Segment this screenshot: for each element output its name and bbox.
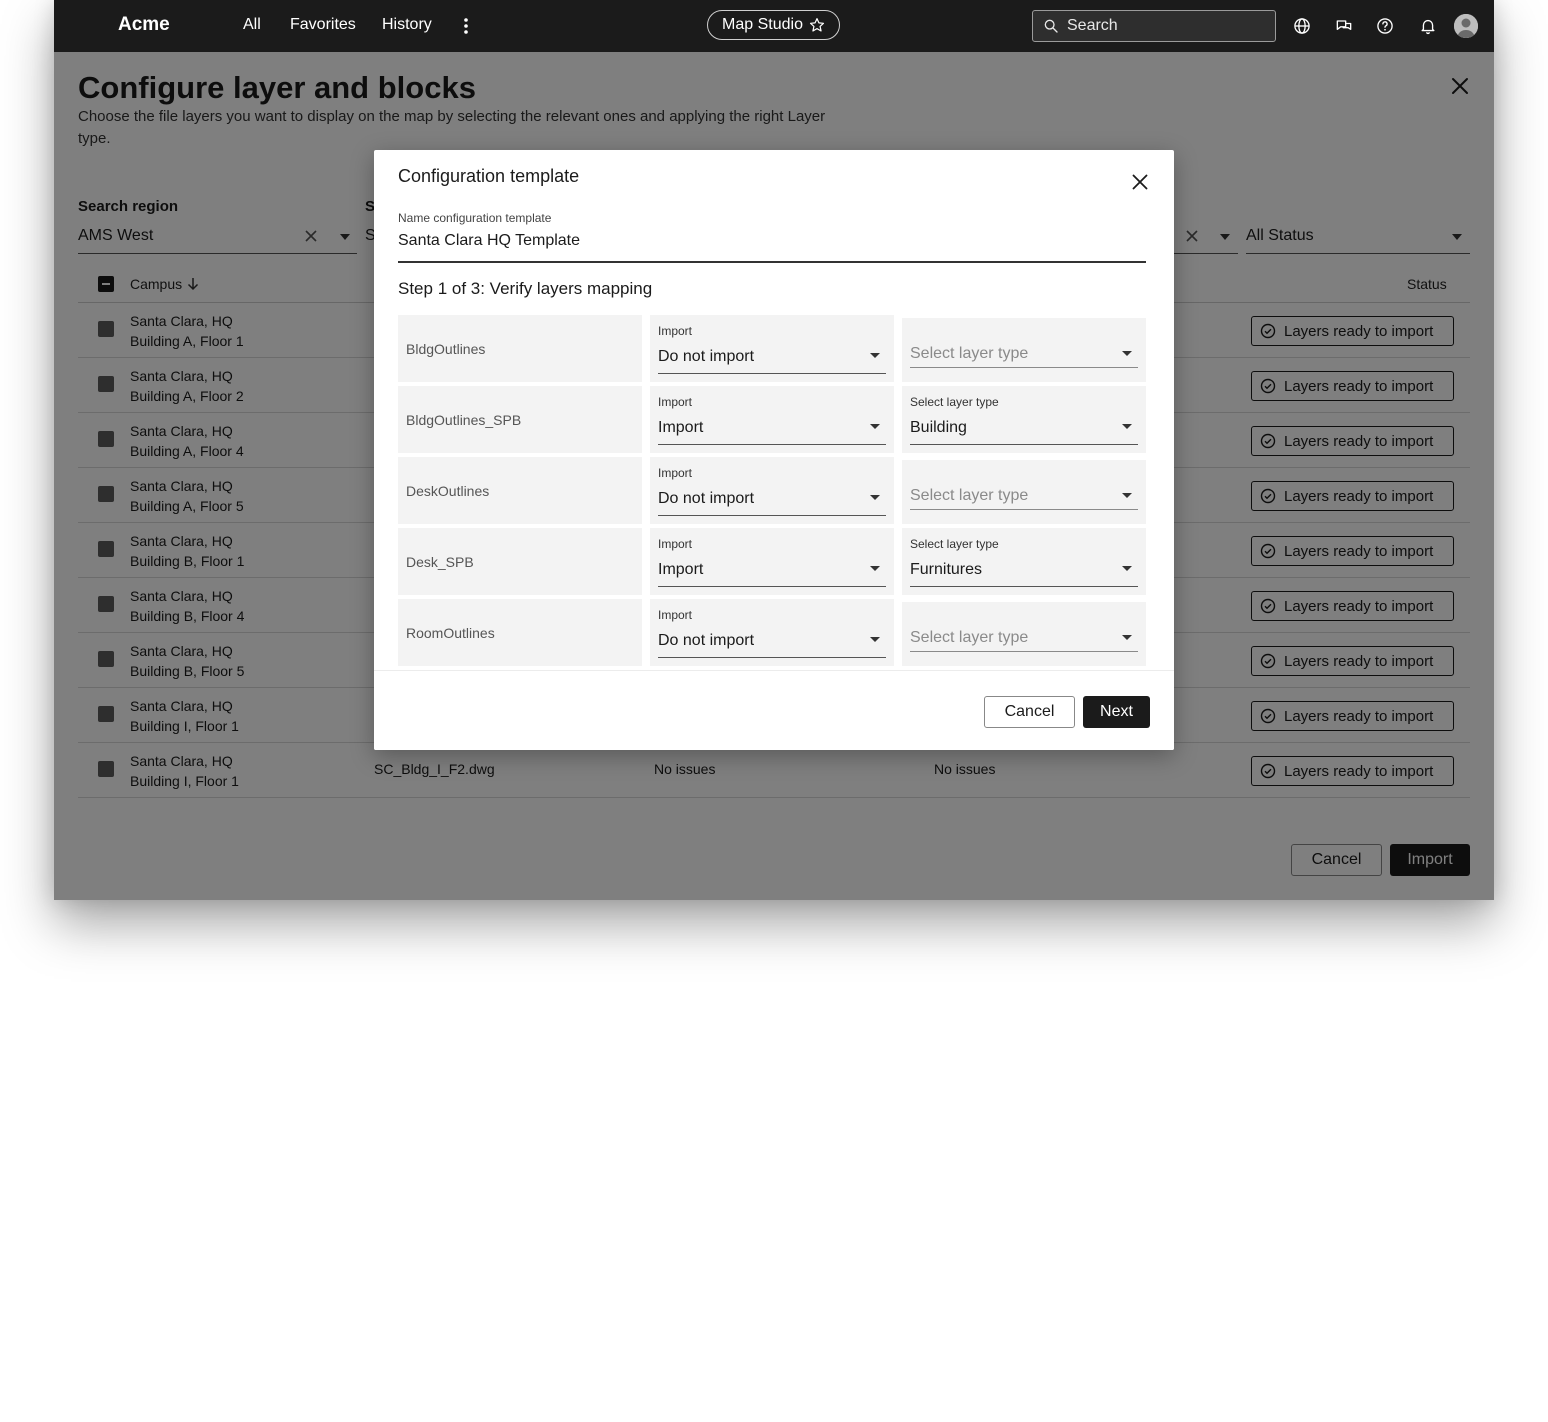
globe-icon[interactable]: [1292, 16, 1312, 36]
close-icon[interactable]: [1130, 172, 1150, 192]
chevron-down-icon: [870, 353, 880, 358]
layer-row: DeskOutlines Import Do not import Select…: [398, 457, 1150, 524]
nav-favorites[interactable]: Favorites: [290, 16, 356, 34]
layer-row: BldgOutlines_SPB Import Import Select la…: [398, 386, 1150, 453]
layer-type-select[interactable]: Select layer type Furnitures: [902, 528, 1146, 595]
star-icon[interactable]: [809, 17, 825, 33]
chevron-down-icon: [1122, 635, 1132, 640]
import-select[interactable]: Import Import: [650, 386, 894, 453]
nav-history[interactable]: History: [382, 16, 432, 34]
top-bar: Acme All Favorites History Map Studio Se…: [54, 0, 1494, 52]
next-button[interactable]: Next: [1083, 696, 1150, 728]
bell-icon[interactable]: [1418, 16, 1438, 36]
chevron-down-icon: [1122, 424, 1132, 429]
chevron-down-icon: [870, 495, 880, 500]
modal-footer: Cancel Next: [374, 670, 1174, 750]
search-placeholder: Search: [1067, 17, 1118, 34]
layer-type-select[interactable]: Select layer type Building: [902, 386, 1146, 453]
import-select[interactable]: Import Do not import: [650, 599, 894, 666]
layer-name: BldgOutlines_SPB: [398, 386, 642, 453]
layer-type-select[interactable]: Select layer type: [902, 602, 1146, 666]
chat-icon[interactable]: [1334, 16, 1354, 36]
import-select[interactable]: Import Do not import: [650, 315, 894, 382]
layer-type-select[interactable]: Select layer type: [902, 460, 1146, 524]
chevron-down-icon: [870, 424, 880, 429]
avatar[interactable]: [1454, 14, 1478, 38]
help-icon[interactable]: [1375, 16, 1395, 36]
more-menu-icon[interactable]: [458, 16, 474, 36]
layer-name: BldgOutlines: [398, 315, 642, 382]
layer-row: BldgOutlines Import Do not import Select…: [398, 315, 1150, 382]
chevron-down-icon: [1122, 566, 1132, 571]
layer-name: Desk_SPB: [398, 528, 642, 595]
layer-mapping-list: BldgOutlines Import Do not import Select…: [398, 315, 1150, 670]
configuration-template-modal: Configuration template Name configuratio…: [374, 150, 1174, 750]
layer-name: DeskOutlines: [398, 457, 642, 524]
app-pill[interactable]: Map Studio: [707, 10, 840, 40]
brand-logo[interactable]: Acme: [118, 14, 170, 36]
search-icon: [1044, 19, 1058, 33]
import-select[interactable]: Import Do not import: [650, 457, 894, 524]
chevron-down-icon: [870, 637, 880, 642]
step-heading: Step 1 of 3: Verify layers mapping: [398, 279, 653, 298]
global-search-input[interactable]: Search: [1032, 10, 1276, 42]
modal-cancel-button[interactable]: Cancel: [984, 696, 1075, 728]
template-name-input[interactable]: Santa Clara HQ Template: [398, 232, 1146, 263]
template-name-label: Name configuration template: [398, 211, 552, 225]
import-select[interactable]: Import Import: [650, 528, 894, 595]
nav-all[interactable]: All: [243, 16, 261, 34]
layer-row: RoomOutlines Import Do not import Select…: [398, 599, 1150, 666]
modal-title: Configuration template: [398, 166, 580, 186]
app-pill-label: Map Studio: [722, 16, 803, 33]
layer-row: Desk_SPB Import Import Select layer type…: [398, 528, 1150, 595]
layer-type-select[interactable]: Select layer type: [902, 318, 1146, 382]
layer-name: RoomOutlines: [398, 599, 642, 666]
chevron-down-icon: [1122, 493, 1132, 498]
template-name-value: Santa Clara HQ Template: [398, 232, 581, 249]
chevron-down-icon: [1122, 351, 1132, 356]
chevron-down-icon: [870, 566, 880, 571]
